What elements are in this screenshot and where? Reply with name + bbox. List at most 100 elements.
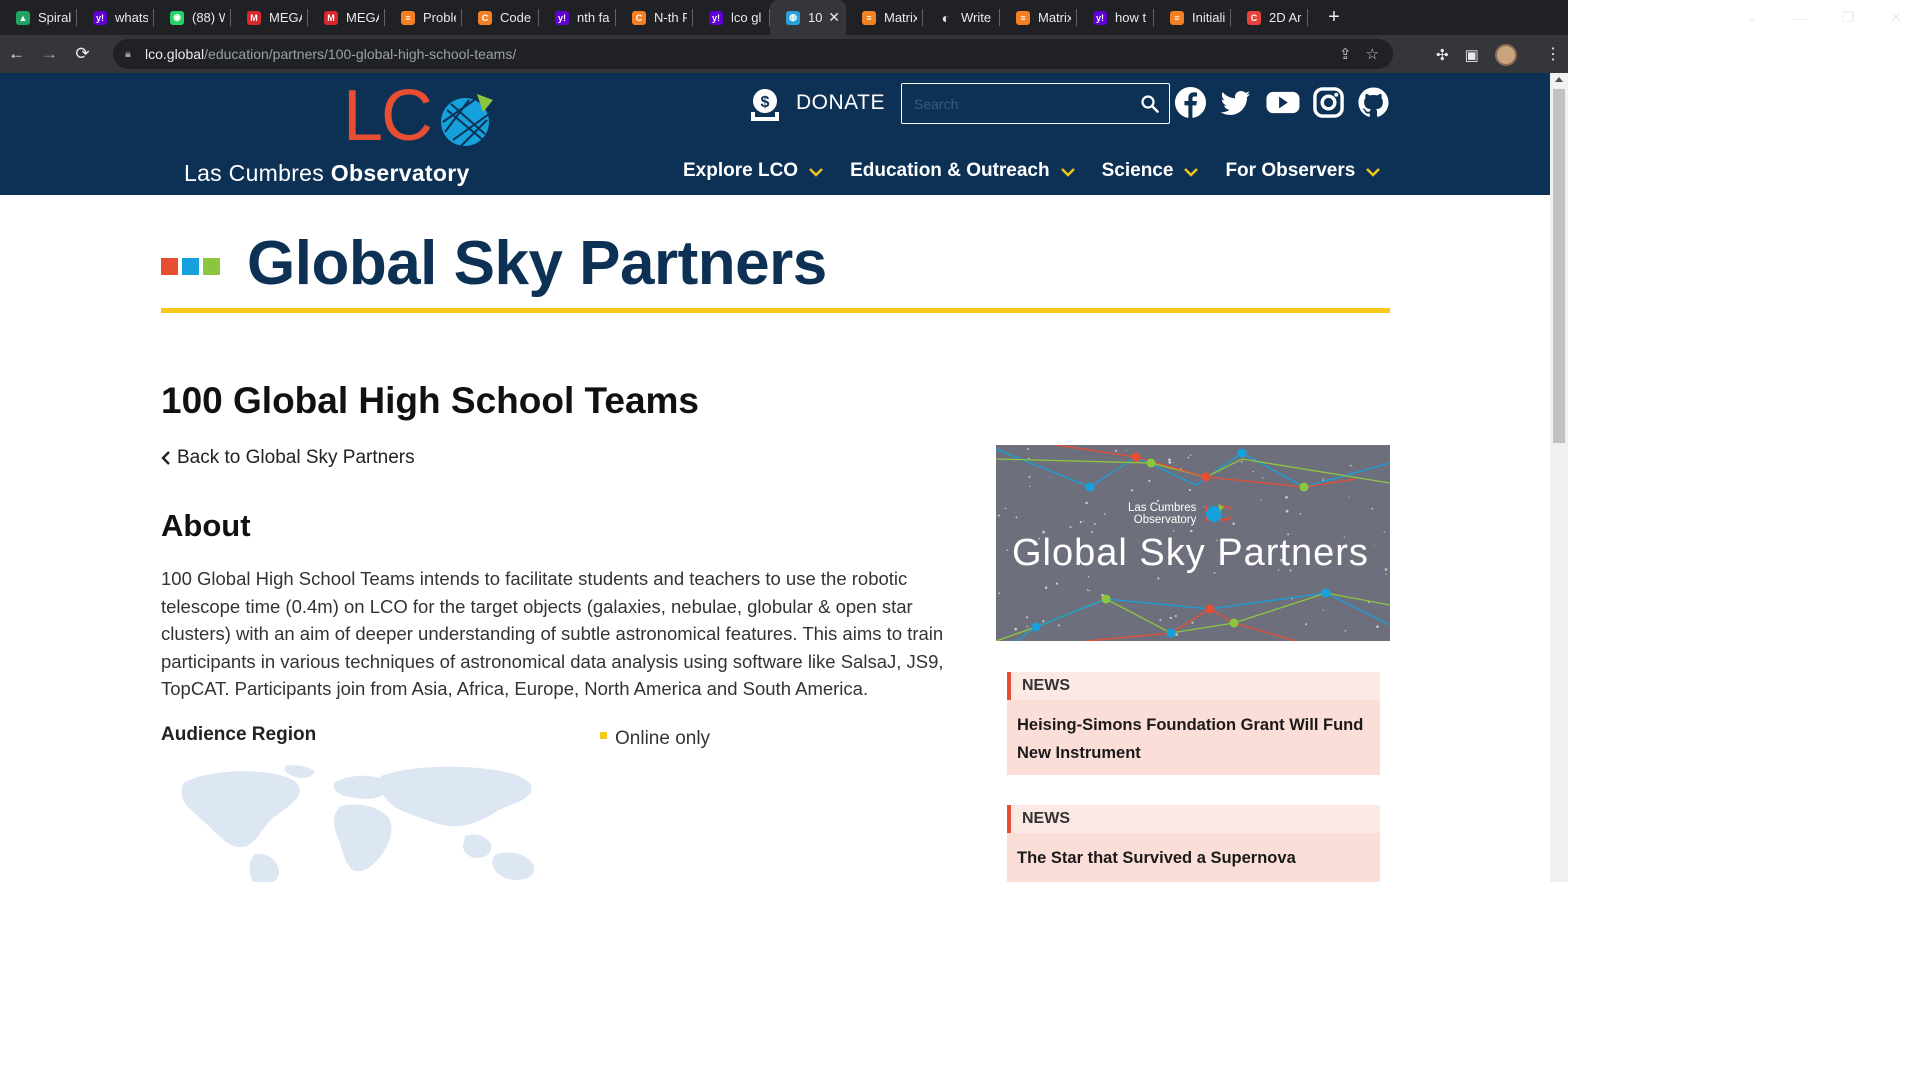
- extensions-area: ✣ ▣: [1436, 44, 1517, 66]
- chevron-down-icon: [1184, 168, 1199, 177]
- nav-science[interactable]: Science: [1102, 160, 1200, 182]
- donate-link[interactable]: DONATE: [796, 91, 885, 115]
- scrollbar-thumb[interactable]: [1553, 89, 1565, 443]
- c-icon: C: [1247, 10, 1261, 25]
- browser-tab[interactable]: C 2D Ar: [1231, 0, 1308, 35]
- chevron-down-icon: [809, 168, 823, 177]
- browser-tab[interactable]: ◍ 10 ✕: [770, 0, 846, 35]
- github-icon[interactable]: [1357, 86, 1390, 119]
- url-field[interactable]: 🔒︎ lco.global/education/partners/100-glo…: [113, 39, 1393, 69]
- banner-title: Global Sky Partners: [1012, 532, 1369, 574]
- constellation-node: [1299, 482, 1309, 492]
- search-icon[interactable]: [1141, 95, 1159, 113]
- minimize-button[interactable]: —: [1776, 10, 1824, 26]
- browser-tab[interactable]: M MEGA: [231, 0, 308, 35]
- constellation-node: [1201, 472, 1211, 482]
- restore-button[interactable]: ❐: [1824, 9, 1872, 26]
- news-card[interactable]: NEWS Heising-Simons Foundation Grant Wil…: [1007, 672, 1380, 775]
- tab-search-chevron-icon[interactable]: ⌄: [1728, 9, 1776, 26]
- news-card[interactable]: NEWS The Star that Survived a Supernova: [1007, 805, 1380, 882]
- banner-org-line1: Las Cumbres: [1128, 502, 1197, 514]
- browser-tab[interactable]: y! nth fa: [539, 0, 616, 35]
- browser-tab[interactable]: ◐ Write: [923, 0, 1000, 35]
- new-tab-button[interactable]: +: [1320, 6, 1348, 29]
- globe-icon: ◐: [941, 9, 951, 26]
- chevron-down-icon: [1060, 168, 1075, 177]
- youtube-icon[interactable]: [1264, 86, 1300, 119]
- browser-tab[interactable]: y! lco gl: [693, 0, 770, 35]
- star: [1055, 582, 1059, 585]
- close-window-button[interactable]: ✕: [1872, 9, 1920, 26]
- star: [1114, 449, 1117, 452]
- news-headline[interactable]: The Star that Survived a Supernova: [1007, 833, 1380, 872]
- browser-tab-title: (88) W: [192, 10, 225, 25]
- browser-tab[interactable]: ≡ Proble: [385, 0, 462, 35]
- browser-tab[interactable]: M MEGA: [308, 0, 385, 35]
- star: [1042, 620, 1045, 623]
- url-host: lco.global: [145, 46, 205, 62]
- back-arrow-icon[interactable]: ←: [0, 44, 33, 64]
- scroll-up-arrow-icon[interactable]: [1555, 77, 1563, 82]
- browser-tab-title: whats: [115, 10, 148, 25]
- logo-lc-letters[interactable]: LC: [343, 80, 433, 152]
- facebook-icon[interactable]: [1174, 86, 1207, 119]
- nav-label: Explore LCO: [683, 160, 799, 181]
- browser-tab[interactable]: ≡ Matrix: [846, 0, 923, 35]
- share-icon[interactable]: ⇪: [1339, 45, 1352, 63]
- browser-tab[interactable]: C N-th F: [616, 0, 693, 35]
- side-panel-icon[interactable]: ▣: [1465, 46, 1479, 64]
- star: [1262, 477, 1264, 479]
- donate-icon[interactable]: $: [749, 88, 781, 122]
- profile-avatar[interactable]: [1494, 44, 1517, 66]
- constellation-node: [1229, 618, 1239, 628]
- back-link[interactable]: Back to Global Sky Partners: [161, 447, 415, 469]
- twitter-icon[interactable]: [1219, 86, 1252, 119]
- extensions-puzzle-icon[interactable]: ✣: [1436, 46, 1449, 64]
- window-controls: ⌄ — ❐ ✕: [1728, 0, 1920, 35]
- browser-tab[interactable]: ▲ Spiral_: [0, 0, 77, 35]
- star: [1006, 549, 1009, 551]
- browser-tab-title: Spiral_: [38, 10, 71, 25]
- instagram-icon[interactable]: [1312, 86, 1345, 119]
- browser-tab[interactable]: ≡ Initiali: [1154, 0, 1231, 35]
- star: [1299, 513, 1302, 515]
- reload-icon[interactable]: ⟳: [66, 44, 99, 64]
- browser-tab[interactable]: ≡ Matrix: [1000, 0, 1077, 35]
- constellation-line: [996, 448, 1390, 488]
- banner-org-name: Las Cumbres Observatory: [1128, 502, 1196, 526]
- logo-wordmark[interactable]: Las Cumbres Observatory: [184, 160, 470, 187]
- global-sky-partners-banner[interactable]: Las CumbresObservatory LC Global Sky Par…: [996, 445, 1390, 641]
- browser-tab[interactable]: ◉ (88) W: [154, 0, 231, 35]
- news-headline[interactable]: Heising-Simons Foundation Grant Will Fun…: [1007, 700, 1380, 767]
- star: [1004, 507, 1007, 510]
- codechef-icon: C: [478, 10, 492, 25]
- nav-for-observers[interactable]: For Observers: [1225, 160, 1381, 182]
- nav-explore-lco[interactable]: Explore LCO: [683, 160, 824, 182]
- nav-education-outreach[interactable]: Education & Outreach: [850, 160, 1076, 182]
- star: [1088, 589, 1090, 592]
- logo-globe-icon[interactable]: [437, 90, 495, 148]
- star: [1087, 576, 1090, 578]
- browser-tab[interactable]: C Code: [462, 0, 539, 35]
- star: [1241, 461, 1243, 463]
- page-scrollbar[interactable]: [1550, 73, 1568, 882]
- star: [1148, 479, 1151, 483]
- star: [1376, 625, 1379, 628]
- nav-label: For Observers: [1225, 160, 1356, 181]
- search-input[interactable]: [902, 84, 1132, 123]
- browser-tab-title: MEGA: [346, 10, 379, 25]
- star: [1189, 454, 1192, 456]
- url-path: /education/partners/100-global-high-scho…: [204, 46, 517, 62]
- browser-tab-title: how t: [1115, 10, 1147, 25]
- star: [1028, 457, 1030, 460]
- close-tab-icon[interactable]: ✕: [828, 9, 840, 26]
- whatsapp-icon: ◉: [170, 10, 184, 25]
- stack-icon: ≡: [1170, 10, 1184, 25]
- browser-tab[interactable]: y! how t: [1077, 0, 1154, 35]
- star: [1285, 509, 1289, 513]
- browser-tab[interactable]: y! whats: [77, 0, 154, 35]
- browser-menu-icon[interactable]: ⋮: [1545, 44, 1561, 64]
- google-drive-icon: ▲: [16, 10, 30, 25]
- forward-arrow-icon[interactable]: →: [33, 44, 66, 64]
- bookmark-star-icon[interactable]: ☆: [1366, 45, 1379, 63]
